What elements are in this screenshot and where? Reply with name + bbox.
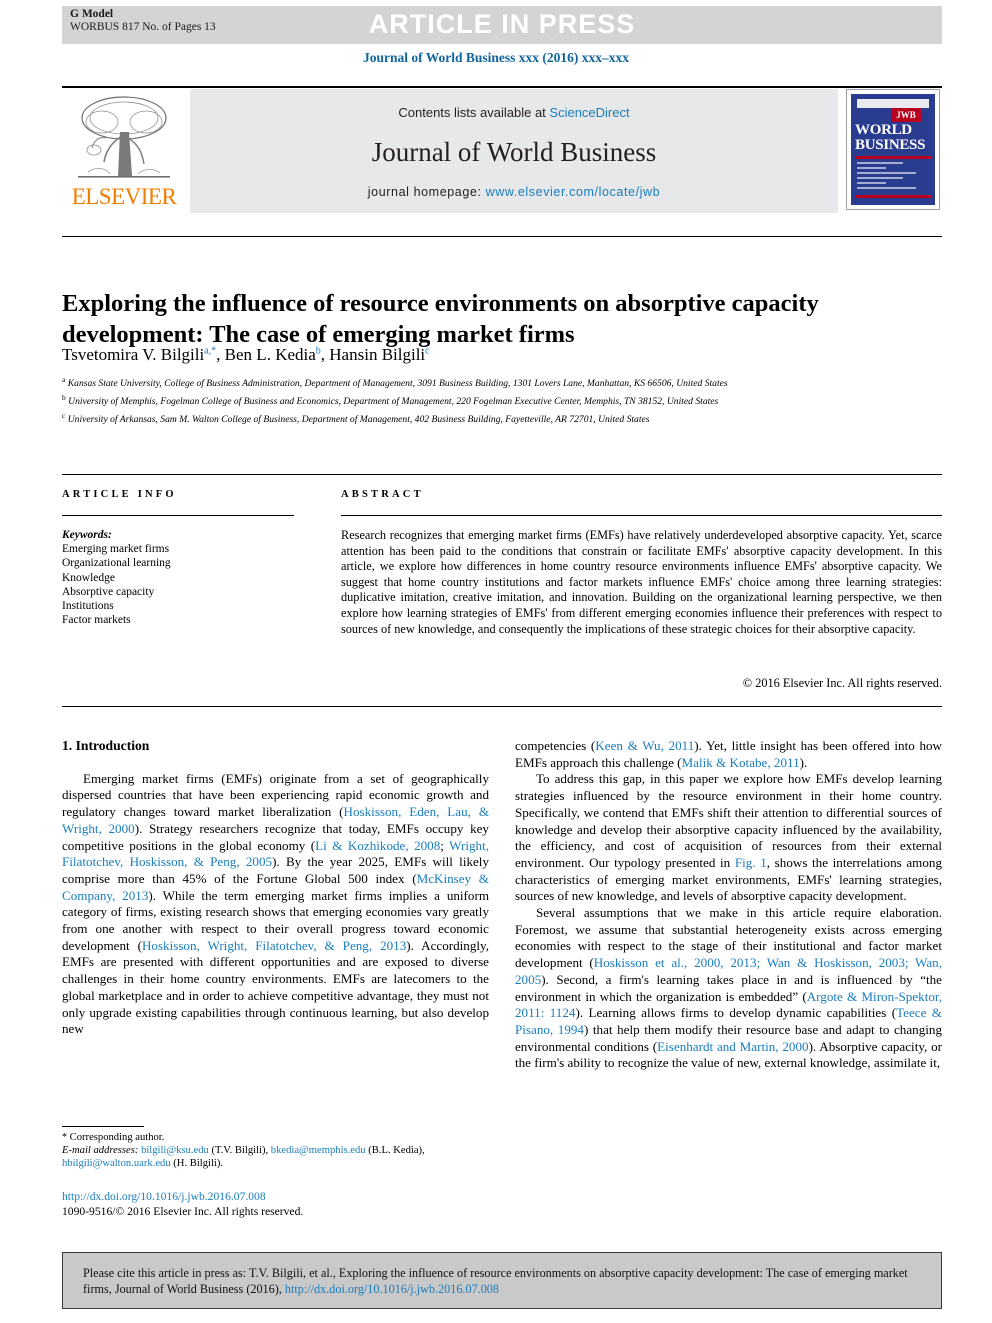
masthead-panel: Contents lists available at ScienceDirec… bbox=[190, 89, 838, 213]
abstract-text: Research recognizes that emerging market… bbox=[341, 528, 942, 636]
abstract-rule bbox=[341, 515, 942, 516]
cover-rule-bottom bbox=[855, 195, 931, 198]
masthead-top-rule bbox=[62, 86, 942, 88]
keyword-item: Knowledge bbox=[62, 571, 116, 584]
email-link[interactable]: bilgili@ksu.edu bbox=[141, 1145, 209, 1156]
cover-line bbox=[857, 187, 916, 189]
doi-link[interactable]: http://dx.doi.org/10.1016/j.jwb.2016.07.… bbox=[62, 1190, 489, 1205]
footnote-block: * Corresponding author. E-mail addresses… bbox=[62, 1131, 489, 1171]
please-cite-text: Please cite this article in press as: T.… bbox=[83, 1265, 923, 1297]
body-column-right: competencies (Keen & Wu, 2011). Yet, lit… bbox=[515, 738, 942, 1072]
journal-title: Journal of World Business bbox=[371, 137, 657, 167]
journal-homepage-line: journal homepage: www.elsevier.com/locat… bbox=[190, 185, 838, 199]
copyright-line: © 2016 Elsevier Inc. All rights reserved… bbox=[742, 676, 942, 690]
citation-link[interactable]: Li & Kozhikode, 2008 bbox=[315, 838, 440, 853]
email-owner: (H. Bilgili). bbox=[170, 1158, 224, 1170]
affiliation-item: c University of Arkansas, Sam M. Walton … bbox=[62, 410, 650, 425]
keywords-items: Emerging market firms Organizational lear… bbox=[62, 542, 312, 627]
cover-masthead-strip bbox=[857, 99, 929, 108]
paragraph: To address this gap, in this paper we ex… bbox=[515, 771, 942, 905]
cite-doi-link[interactable]: http://dx.doi.org/10.1016/j.jwb.2016.07.… bbox=[285, 1282, 499, 1296]
masthead-bottom-rule bbox=[62, 236, 942, 237]
citation-link[interactable]: Hoskisson, Wright, Filatotchev, & Peng, … bbox=[142, 938, 406, 953]
citation-link[interactable]: Malik & Kotabe, 2011 bbox=[682, 755, 800, 770]
cover-title-line1: WORLD bbox=[855, 122, 912, 138]
cover-badge-label: JWB bbox=[896, 110, 916, 120]
footnote-rule bbox=[62, 1126, 144, 1127]
cover-rule-top bbox=[855, 156, 931, 159]
g-model-label: G Model bbox=[70, 8, 114, 20]
cover-text-lines bbox=[857, 162, 921, 192]
sciencedirect-link[interactable]: ScienceDirect bbox=[549, 105, 629, 120]
citation-link[interactable]: Eisenhardt and Martin, 2000 bbox=[657, 1039, 808, 1054]
keyword-item: Organizational learning bbox=[62, 557, 171, 570]
affiliation-item: a Kansas State University, College of Bu… bbox=[62, 375, 728, 390]
homepage-prefix: journal homepage: bbox=[367, 185, 486, 199]
email-addresses: E-mail addresses: bilgili@ksu.edu (T.V. … bbox=[62, 1144, 489, 1170]
cover-line bbox=[857, 167, 887, 169]
keyword-item: Absorptive capacity bbox=[62, 585, 155, 598]
email-owner: (B.L. Kedia), bbox=[365, 1145, 425, 1157]
cover-title: WORLD BUSINESS bbox=[855, 123, 931, 153]
abstract-heading: ABSTRACT bbox=[341, 489, 424, 500]
cover-title-line2: BUSINESS bbox=[855, 137, 926, 153]
issn-copyright-line: 1090-9516/© 2016 Elsevier Inc. All right… bbox=[62, 1204, 304, 1218]
page-title: Exploring the influence of resource envi… bbox=[62, 290, 819, 349]
paragraph: competencies (Keen & Wu, 2011). Yet, lit… bbox=[515, 738, 942, 771]
email-addresses-label: E-mail addresses: bbox=[62, 1145, 142, 1157]
elsevier-logo: ELSEVIER bbox=[64, 92, 184, 212]
section-heading-introduction: 1. Introduction bbox=[62, 738, 150, 753]
body-text: ). bbox=[799, 754, 808, 770]
cover-line bbox=[857, 172, 916, 174]
abstract-bottom-rule bbox=[62, 706, 942, 707]
article-id-label: WORBUS 817 No. of Pages 13 bbox=[70, 21, 216, 33]
body-text: competencies ( bbox=[515, 738, 596, 753]
body-text: ; bbox=[440, 837, 450, 853]
author-list: Tsvetomira V. Bilgilia,*, Ben L. Kediab,… bbox=[62, 345, 430, 364]
corresponding-author-note: * Corresponding author. bbox=[62, 1131, 489, 1144]
journal-cover-thumbnail: JWB WORLD BUSINESS bbox=[846, 89, 940, 210]
elsevier-wordmark: ELSEVIER bbox=[71, 184, 177, 209]
keyword-item: Emerging market firms bbox=[62, 543, 170, 556]
cover-line bbox=[857, 162, 904, 164]
keyword-item: Institutions bbox=[62, 600, 114, 613]
asterisk-icon: * bbox=[62, 1132, 67, 1143]
email-owner: (T.V. Bilgili), bbox=[208, 1145, 271, 1157]
journal-homepage-link[interactable]: www.elsevier.com/locate/jwb bbox=[486, 185, 661, 199]
citation-link[interactable]: Keen & Wu, 2011 bbox=[595, 738, 694, 753]
cover-line bbox=[857, 182, 887, 184]
paragraph: Several assumptions that we make in this… bbox=[515, 905, 942, 1072]
keywords-block: Keywords: Emerging market firms Organizat… bbox=[62, 528, 312, 627]
journal-cover-art: JWB WORLD BUSINESS bbox=[851, 94, 935, 205]
affiliation-item: b University of Memphis, Fogelman Colleg… bbox=[62, 392, 719, 407]
g-model-block: G Model WORBUS 817 No. of Pages 13 bbox=[70, 8, 216, 34]
email-link[interactable]: hbilgili@walton.uark.edu bbox=[62, 1158, 171, 1169]
email-link[interactable]: bkedia@memphis.edu bbox=[271, 1145, 366, 1156]
paragraph: Emerging market firms (EMFs) originate f… bbox=[62, 771, 489, 1038]
cover-jwb-badge: JWB bbox=[891, 108, 921, 122]
article-info-heading: ARTICLE INFO bbox=[62, 489, 177, 500]
citation-link[interactable]: Fig. 1 bbox=[735, 855, 767, 870]
journal-issue-line: Journal of World Business xxx (2016) xxx… bbox=[362, 50, 630, 65]
corresponding-author-label: Corresponding author. bbox=[69, 1132, 165, 1143]
contents-prefix: Contents lists available at bbox=[398, 105, 550, 120]
affiliation-list: a Kansas State University, College of Bu… bbox=[62, 374, 942, 427]
article-info-rule bbox=[62, 515, 294, 516]
please-cite-box: Please cite this article in press as: T.… bbox=[62, 1252, 942, 1309]
doi-block: http://dx.doi.org/10.1016/j.jwb.2016.07.… bbox=[62, 1190, 489, 1219]
body-text: ). Learning allows firms to develop dyna… bbox=[575, 1005, 897, 1021]
contents-available-line: Contents lists available at ScienceDirec… bbox=[190, 105, 838, 120]
elsevier-tree-icon bbox=[78, 96, 170, 178]
info-section-top-rule bbox=[62, 474, 942, 475]
body-column-left: 1. Introduction Emerging market firms (E… bbox=[62, 738, 489, 1038]
journal-masthead: ELSEVIER Contents lists available at Sci… bbox=[62, 86, 942, 213]
keyword-item: Factor markets bbox=[62, 614, 131, 627]
keywords-label: Keywords: bbox=[62, 529, 112, 541]
cover-line bbox=[857, 177, 904, 179]
